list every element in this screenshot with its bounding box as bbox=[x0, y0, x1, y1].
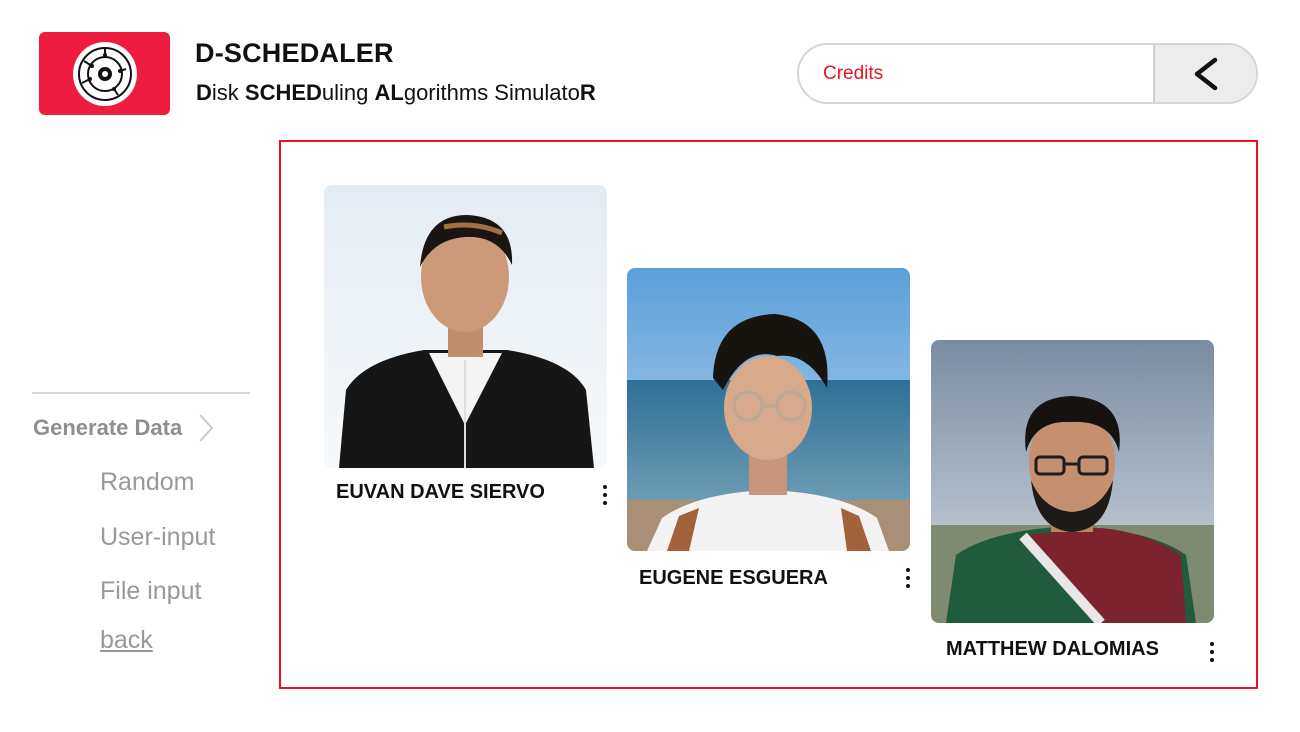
subtitle-fragment: AL bbox=[374, 80, 404, 105]
member-photo bbox=[324, 185, 607, 468]
subtitle-fragment: R bbox=[579, 80, 596, 105]
subtitle-fragment: D bbox=[196, 80, 212, 105]
sidebar-divider bbox=[32, 392, 250, 394]
disk-platter-icon bbox=[72, 41, 137, 106]
page-indicator-pill: Credits bbox=[797, 43, 1258, 104]
more-vertical-icon[interactable] bbox=[903, 568, 913, 588]
member-name: EUVAN DAVE SIERVO bbox=[336, 481, 545, 503]
sidebar-item-random[interactable]: Random bbox=[100, 468, 195, 497]
credit-card: EUGENE ESGUERA bbox=[627, 268, 910, 589]
app-title: D-SCHEDALER bbox=[195, 38, 394, 68]
subtitle-fragment: uling bbox=[321, 80, 375, 105]
back-button[interactable] bbox=[1153, 45, 1256, 102]
member-photo bbox=[627, 268, 910, 551]
member-photo bbox=[931, 340, 1214, 623]
sidebar-item-file-input[interactable]: File input bbox=[100, 577, 201, 606]
app-logo bbox=[39, 32, 170, 115]
credit-card: MATTHEW DALOMIAS bbox=[931, 340, 1214, 662]
more-vertical-icon[interactable] bbox=[1207, 642, 1217, 662]
sidebar-back-link[interactable]: back bbox=[100, 626, 153, 655]
subtitle-fragment: isk bbox=[211, 80, 245, 105]
app-subtitle: Disk SCHEDuling ALgorithms SimulatoR bbox=[196, 80, 596, 106]
subtitle-fragment: gorithms Simulato bbox=[403, 80, 580, 105]
chevron-left-icon bbox=[1194, 57, 1217, 90]
subtitle-fragment: SCHED bbox=[244, 80, 322, 105]
sidebar-item-user-input[interactable]: User-input bbox=[100, 523, 215, 552]
credits-label: Credits bbox=[823, 63, 884, 84]
member-name: MATTHEW DALOMIAS bbox=[946, 638, 1159, 660]
chevron-right-icon bbox=[199, 414, 214, 442]
credit-card: EUVAN DAVE SIERVO bbox=[324, 185, 607, 505]
generate-data-label: Generate Data bbox=[33, 415, 183, 440]
member-name: EUGENE ESGUERA bbox=[639, 567, 828, 589]
more-vertical-icon[interactable] bbox=[600, 485, 610, 505]
generate-data-menu[interactable]: Generate Data bbox=[33, 413, 214, 443]
